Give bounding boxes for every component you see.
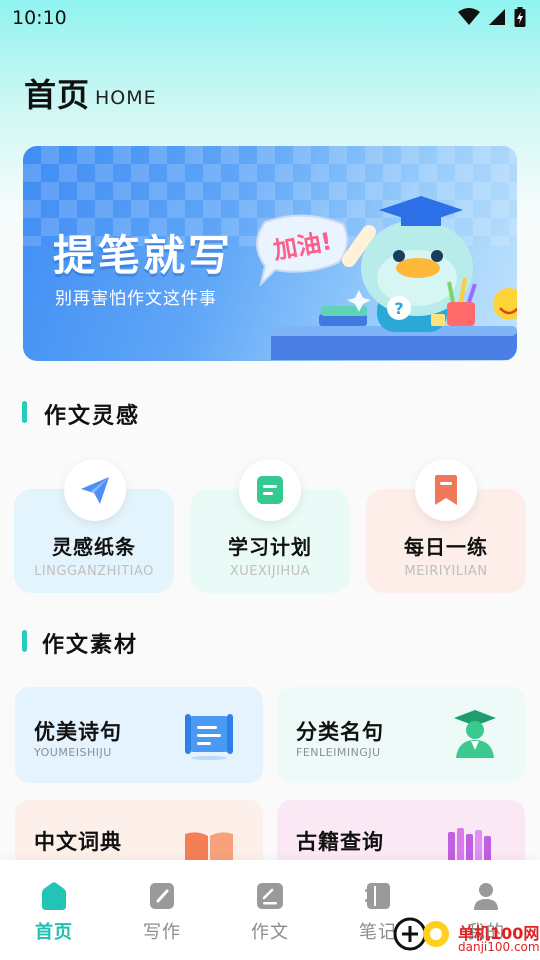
tab-label: 写作	[143, 922, 181, 943]
status-time: 10:10	[12, 7, 67, 29]
cellular-signal-icon	[489, 9, 505, 25]
inspiration-card-label: 学习计划	[228, 535, 312, 559]
material-card-pinyin: FENLEIMINGJU	[296, 746, 381, 759]
scroll-icon	[185, 714, 233, 760]
promo-banner[interactable]: 提笔就写 别再害怕作文这件事 加油! ?	[23, 146, 517, 361]
section-title-inspiration: 作文灵感	[44, 404, 141, 429]
section-accent-bar	[22, 401, 27, 423]
bookmark-icon	[415, 459, 477, 521]
tab-label: 首页	[35, 922, 73, 943]
inspiration-card-pinyin: XUEXIJIHUA	[229, 564, 311, 579]
banner-title: 提笔就写	[53, 231, 234, 280]
status-bar: 10:10	[0, 0, 540, 36]
tab-essay[interactable]: 作文	[216, 860, 324, 960]
status-icons	[458, 7, 526, 27]
section-title-materials: 作文素材	[42, 633, 139, 658]
notebook-icon	[365, 883, 390, 909]
page-subtitle: HOME	[95, 87, 157, 109]
mascot-duck-illustration: ?	[271, 196, 517, 360]
tab-write[interactable]: 写作	[108, 860, 216, 960]
material-card-title: 分类名句	[296, 720, 384, 744]
tab-home[interactable]: 首页	[0, 860, 108, 960]
wifi-icon	[458, 8, 480, 25]
inspiration-card-label: 灵感纸条	[52, 535, 136, 559]
tab-label: 作文	[251, 922, 289, 943]
material-card-title: 优美诗句	[34, 720, 122, 744]
material-card-title: 中文词典	[34, 830, 122, 854]
essay-icon	[257, 883, 283, 909]
inspiration-card-pinyin: MEIRIYILIAN	[404, 564, 488, 579]
inspiration-card-label: 每日一练	[404, 535, 488, 559]
plan-note-icon	[239, 459, 301, 521]
battery-charging-icon	[514, 7, 526, 27]
paper-plane-icon	[64, 459, 126, 521]
watermark-url: danji100.com	[458, 940, 540, 954]
home-icon	[42, 882, 66, 910]
profile-icon	[474, 883, 498, 910]
section-accent-bar	[22, 630, 27, 652]
banner-subtitle: 别再害怕作文这件事	[55, 289, 217, 309]
material-card-pinyin: YOUMEISHIJU	[34, 746, 112, 759]
write-icon	[150, 883, 174, 909]
material-card-title: 古籍查询	[296, 830, 384, 854]
svg-text:?: ?	[394, 299, 403, 318]
page-title: 首页	[24, 76, 91, 114]
graduate-icon	[454, 710, 496, 758]
inspiration-card-pinyin: LINGGANZHITIAO	[34, 564, 154, 579]
